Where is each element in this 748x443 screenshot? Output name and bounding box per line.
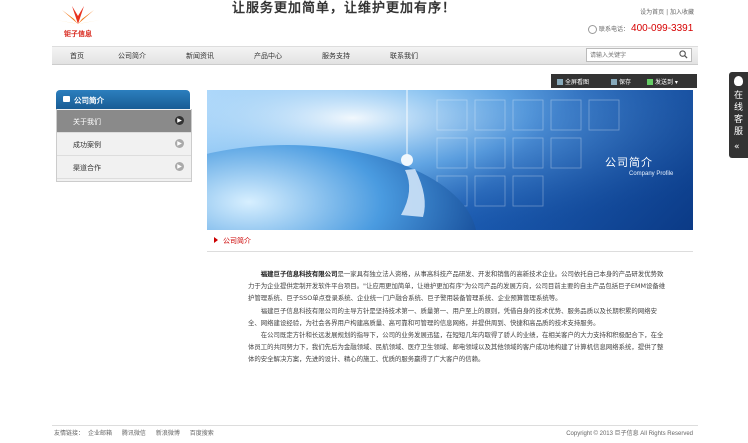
svg-text:钜子信息: 钜子信息 [64,29,92,38]
hotline: 联系电话： 400-099-3391 [588,23,693,34]
share-button[interactable]: 发送到 ▾ [647,77,678,86]
sidebar-item-label: 成功案例 [73,141,101,149]
breadcrumb: 公司简介 [207,230,693,252]
sidebar-menu: 关于我们 ▶ 成功案例 ▶ 渠道合作 ▶ [56,109,192,182]
sidebar-item-about-us[interactable]: 关于我们 ▶ [57,110,191,133]
link-weibo[interactable]: 新浪微博 [156,430,180,437]
header-slogan: 让服务更加简单，让维护更加有序！ [232,1,457,16]
phone-icon [588,25,597,34]
banner-title: 公司简介 [605,156,653,169]
search-input[interactable] [587,49,678,60]
sidebar-header: 公司简介 [56,90,190,109]
links-label: 友情链接： [54,430,85,437]
company-name: 福建巨子信息科技有限公司 [260,270,338,278]
sidebar-title: 公司简介 [74,96,104,105]
link-email[interactable]: 企业邮箱 [88,430,112,437]
link-baidu[interactable]: 百度搜索 [190,430,214,437]
online-service-label: 在线客服 [733,91,743,137]
article-body: 福建巨子信息科技有限公司是一家具有独立法人资格，从事高科技产品研发、开发和销售的… [248,268,666,366]
breadcrumb-title: 公司简介 [223,237,251,245]
online-service-tab[interactable]: 在线客服 « [729,72,748,158]
chevron-right-icon: ▶ [175,162,184,171]
collapse-icon[interactable]: « [734,142,740,152]
paragraph-1: 福建巨子信息科技有限公司是一家具有独立法人资格，从事高科技产品研发、开发和销售的… [248,270,666,303]
hotline-number: 400-099-3391 [631,23,694,34]
hotline-label: 联系电话： [599,26,630,33]
chevron-right-icon: ▶ [175,139,184,148]
footer-divider [52,425,698,426]
company-banner: 公司简介 Company Profile [207,90,693,230]
save-button[interactable]: 保存 [611,77,631,86]
link-wechat[interactable]: 腾讯微信 [122,430,146,437]
nav-news[interactable]: 新闻资讯 [186,51,214,61]
nav-contact[interactable]: 联系我们 [390,51,418,61]
friendly-links: 友情链接： 企业邮箱 腾讯微信 新浪微博 百度搜索 [54,428,222,437]
nav-about[interactable]: 公司简介 [118,51,146,61]
save-icon [611,79,617,85]
image-toolbar: 全屏看图 保存 发送到 ▾ [551,74,697,88]
search-icon[interactable] [679,50,688,59]
paragraph-2: 福建巨子信息科技有限公司的主导方针是坚持技术第一、质量第一、用户至上的原则，凭借… [248,306,657,327]
sidebar-item-label: 渠道合作 [73,164,101,172]
company-logo[interactable]: 钜子信息 [52,2,104,40]
banner-subtitle: Company Profile [629,171,674,177]
paragraph-3: 在公司既定方针和长远发展规划的指导下，公司的业务发展迅猛，在短短几年内取得了骄人… [248,331,664,364]
breadcrumb-marker-icon [214,237,218,243]
nav-support[interactable]: 服务支持 [322,51,350,61]
sidebar-title-icon [63,96,70,102]
top-links[interactable]: 设为首页 | 加入收藏 [640,7,694,16]
customer-service-icon [734,76,743,86]
sidebar-item-cases[interactable]: 成功案例 ▶ [57,133,191,156]
nav-products[interactable]: 产品中心 [254,51,282,61]
copyright: Copyright © 2013 巨子信息 All Rights Reserve… [566,431,693,437]
chevron-right-icon: ▶ [175,116,184,125]
fullscreen-icon [557,79,563,85]
sidebar-item-label: 关于我们 [73,118,101,126]
fullscreen-button[interactable]: 全屏看图 [557,77,589,86]
share-icon [647,79,653,85]
search-box [586,48,692,62]
nav-home[interactable]: 首页 [70,51,84,61]
sidebar-item-channels[interactable]: 渠道合作 ▶ [57,156,191,179]
